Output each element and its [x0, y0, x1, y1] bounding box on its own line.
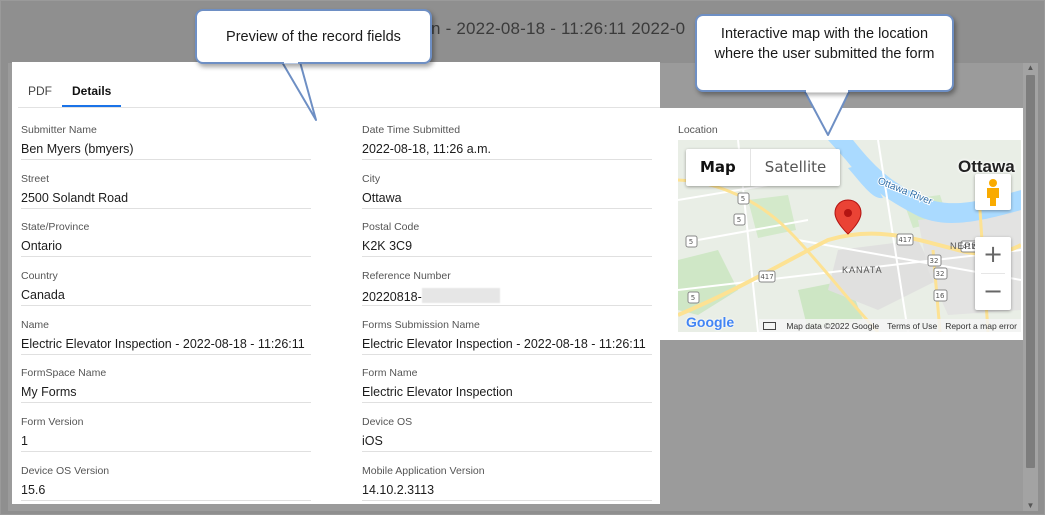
callout-pointer-joins — [284, 60, 848, 93]
